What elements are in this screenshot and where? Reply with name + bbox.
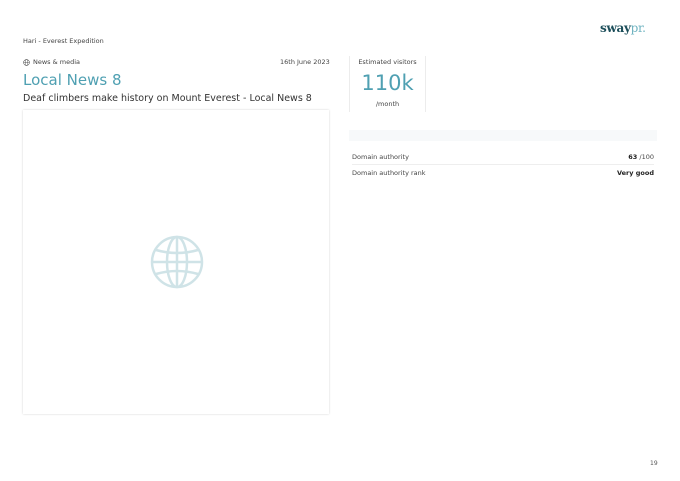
publish-date: 16th June 2023	[280, 58, 330, 66]
divider	[425, 56, 426, 112]
metric-value: 63 /100	[628, 153, 654, 161]
breadcrumb: Hari - Everest Expedition	[23, 37, 104, 45]
article-headline: Deaf climbers make history on Mount Ever…	[23, 93, 312, 104]
metric-row-domain-authority: Domain authority 63 /100	[352, 153, 654, 165]
outlet-name: Local News 8	[23, 71, 122, 89]
category-text: News & media	[33, 58, 81, 66]
visitors-value: 110k	[361, 71, 414, 95]
page-number: 19	[650, 460, 658, 467]
metric-row-domain-authority-rank: Domain authority rank Very good	[352, 169, 654, 177]
metric-label: Domain authority	[352, 153, 409, 161]
article-preview	[23, 110, 329, 414]
visitors-unit: /month	[375, 100, 400, 108]
globe-icon	[23, 58, 30, 66]
swaypr-logo: swaypr.	[600, 21, 646, 35]
category-label: News & media	[23, 58, 80, 66]
visitors-label: Estimated visitors	[358, 58, 417, 66]
globe-icon	[150, 235, 204, 289]
logo-main: sway	[600, 21, 631, 35]
metric-label: Domain authority rank	[352, 169, 426, 177]
metrics-header-bar	[349, 130, 657, 141]
logo-accent: pr.	[630, 21, 646, 35]
metric-value: Very good	[616, 169, 654, 177]
